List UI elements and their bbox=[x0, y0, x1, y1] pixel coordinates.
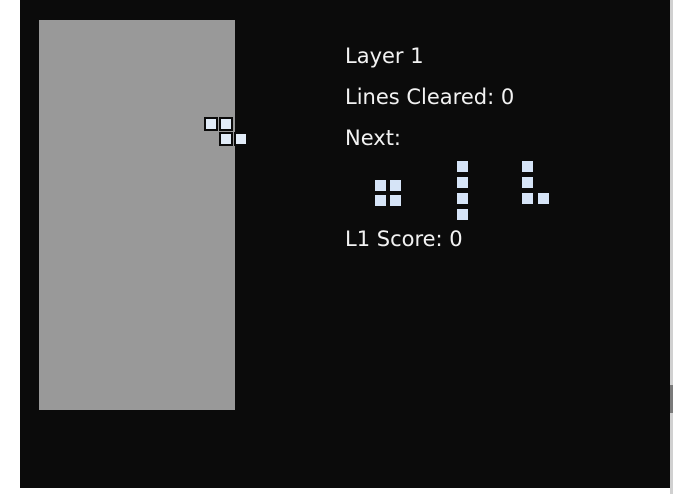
preview-block bbox=[522, 193, 533, 204]
preview-block bbox=[457, 177, 468, 188]
active-piece-block bbox=[234, 132, 248, 146]
next-label: Next: bbox=[345, 126, 401, 150]
preview-block bbox=[457, 193, 468, 204]
preview-block bbox=[538, 193, 549, 204]
preview-block bbox=[522, 161, 533, 172]
window-right-edge bbox=[670, 0, 695, 494]
preview-block bbox=[522, 177, 533, 188]
preview-block bbox=[457, 161, 468, 172]
scrollbar-track bbox=[670, 0, 673, 494]
active-piece-block bbox=[204, 117, 218, 131]
active-piece-block bbox=[219, 132, 233, 146]
scrollbar-thumb[interactable] bbox=[670, 385, 673, 413]
preview-block bbox=[375, 180, 386, 191]
score-label: L1 Score: 0 bbox=[345, 227, 463, 251]
left-margin bbox=[0, 0, 20, 494]
game-window: Layer 1 Lines Cleared: 0 Next: L1 Score:… bbox=[20, 0, 670, 488]
playfield-board bbox=[39, 20, 248, 410]
lines-cleared-label: Lines Cleared: 0 bbox=[345, 85, 515, 109]
active-piece-block bbox=[219, 117, 233, 131]
preview-block bbox=[457, 209, 468, 220]
preview-block bbox=[390, 180, 401, 191]
preview-block bbox=[390, 195, 401, 206]
layer-label: Layer 1 bbox=[345, 44, 424, 68]
preview-block bbox=[375, 195, 386, 206]
screen: Layer 1 Lines Cleared: 0 Next: L1 Score:… bbox=[0, 0, 695, 494]
